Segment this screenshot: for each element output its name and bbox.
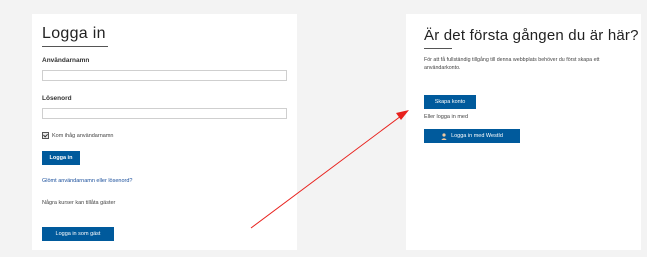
wsid-login-button[interactable]: Logga in med WestId	[424, 129, 520, 143]
username-label: Användarnamn	[42, 57, 90, 64]
title-underline	[424, 48, 452, 49]
first-time-panel: Är det första gången du är här? För att …	[406, 14, 641, 250]
login-button[interactable]: Logga in	[42, 151, 80, 165]
person-icon	[441, 132, 447, 140]
remember-checkbox[interactable]	[42, 132, 49, 139]
remember-row[interactable]: Kom ihåg användarnamn	[42, 132, 113, 139]
login-panel: Logga in Användarnamn Lösenord Kom ihåg …	[32, 14, 297, 250]
login-title: Logga in	[42, 25, 106, 42]
wsid-login-label: Logga in med WestId	[451, 133, 503, 139]
forgot-link[interactable]: Glömt användarnamn eller lösenord?	[42, 178, 133, 184]
guest-login-button[interactable]: Logga in som gäst	[42, 227, 114, 241]
or-login-text: Eller logga in med	[424, 114, 469, 120]
password-label: Lösenord	[42, 95, 72, 102]
first-time-title: Är det första gången du är här?	[424, 27, 639, 44]
username-input[interactable]	[42, 70, 287, 81]
password-input[interactable]	[42, 108, 287, 119]
title-underline	[42, 46, 108, 47]
guest-text: Några kurser kan tillåta gäster	[42, 200, 116, 206]
first-time-description: För att få fullständig tillgång till den…	[424, 57, 600, 71]
create-account-button[interactable]: Skapa konto	[424, 95, 476, 109]
remember-label: Kom ihåg användarnamn	[52, 132, 114, 139]
